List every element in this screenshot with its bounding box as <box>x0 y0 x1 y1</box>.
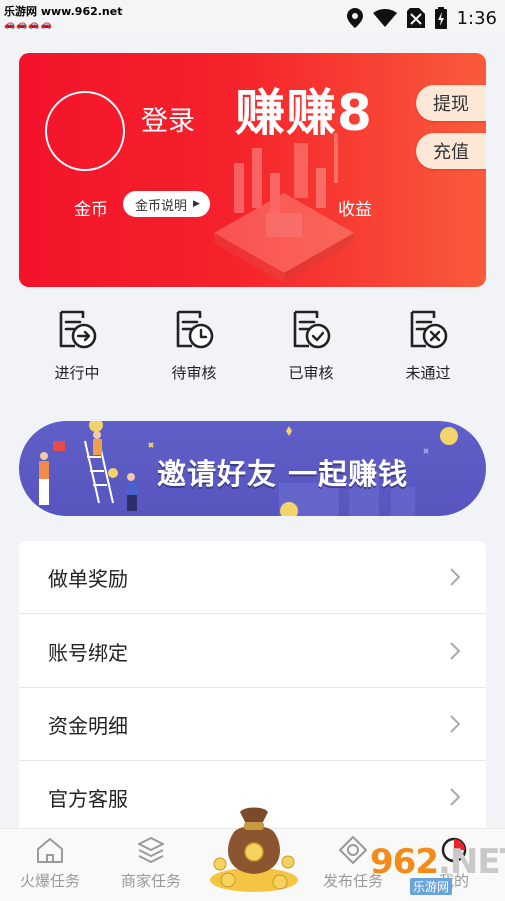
status-pending-review[interactable]: 待审核 <box>144 308 244 383</box>
brand-title: 赚赚8 <box>235 84 373 142</box>
file-arrow-icon <box>59 310 97 349</box>
status-label: 进行中 <box>54 364 100 382</box>
status-reviewed[interactable]: 已审核 <box>261 308 361 383</box>
coin-label: 金币 <box>74 200 108 220</box>
status-bar: 乐游网 www.962.net 🚗🚗🚗🚗 1:36 <box>0 0 505 36</box>
task-status-row: 进行中 待审核 已审核 未通过 <box>0 300 505 400</box>
status-label: 已审核 <box>288 364 334 382</box>
money-bag-icon[interactable] <box>208 798 300 894</box>
watermark-cars-icon: 🚗🚗🚗🚗 <box>4 20 53 30</box>
watermark-label: 乐游网 <box>410 878 453 895</box>
clock: 1:36 <box>456 7 497 29</box>
status-icons: 1:36 <box>346 6 497 30</box>
status-label: 未通过 <box>405 364 451 382</box>
watermark-logo: 962.NET <box>370 842 505 882</box>
file-cross-icon <box>410 310 448 349</box>
location-icon <box>346 8 363 28</box>
menu-item-account-binding[interactable]: 账号绑定 <box>19 615 486 688</box>
menu-item-label: 账号绑定 <box>48 641 128 665</box>
layers-icon <box>138 837 164 863</box>
tab-label: 商家任务 <box>120 872 181 890</box>
invite-banner[interactable]: 邀请好友 一起赚钱 <box>19 421 486 516</box>
invite-banner-text: 邀请好友 一起赚钱 <box>157 457 409 491</box>
withdraw-button[interactable]: 提现 <box>416 85 486 121</box>
status-label: 待审核 <box>171 364 217 382</box>
chevron-right-icon <box>450 788 461 806</box>
menu-item-label: 官方客服 <box>48 787 128 811</box>
menu-item-order-reward[interactable]: 做单奖励 <box>19 541 486 614</box>
battery-charging-icon <box>434 7 447 29</box>
tab-hot-tasks[interactable]: 火爆任务 <box>0 835 100 891</box>
no-sim-icon <box>406 8 425 28</box>
income-label: 收益 <box>338 200 372 220</box>
chevron-right-icon <box>450 568 461 586</box>
file-clock-icon <box>176 310 214 349</box>
watermark-site: 乐游网 www.962.net <box>4 5 123 18</box>
chevron-right-icon <box>450 715 461 733</box>
chevron-right-icon <box>450 642 461 660</box>
menu-item-label: 资金明细 <box>48 714 128 738</box>
status-rejected[interactable]: 未通过 <box>378 308 478 383</box>
overlay-watermark: 962.NET 乐游网 <box>370 842 505 895</box>
wifi-icon <box>372 9 397 27</box>
login-link[interactable]: 登录 <box>141 99 195 138</box>
account-card: 登录 赚赚8 提现 充值 金币 金币说明 ▶ 收益 <box>19 53 486 287</box>
home-icon <box>37 838 63 863</box>
menu-item-fund-details[interactable]: 资金明细 <box>19 688 486 761</box>
diamond-icon <box>339 836 367 864</box>
avatar[interactable] <box>45 91 125 171</box>
coin-explain-button[interactable]: 金币说明 ▶ <box>123 191 210 217</box>
file-check-icon <box>293 310 331 349</box>
watermark: 乐游网 www.962.net 🚗🚗🚗🚗 <box>4 6 122 31</box>
chevron-right-icon: ▶ <box>193 199 200 209</box>
menu-list: 做单奖励 账号绑定 资金明细 官方客服 <box>19 541 486 841</box>
tab-merchant-tasks[interactable]: 商家任务 <box>101 835 201 891</box>
recharge-button[interactable]: 充值 <box>416 133 486 169</box>
status-in-progress[interactable]: 进行中 <box>27 308 127 383</box>
menu-item-label: 做单奖励 <box>48 567 128 591</box>
tab-label: 火爆任务 <box>19 872 80 890</box>
coin-explain-label: 金币说明 <box>135 198 188 214</box>
